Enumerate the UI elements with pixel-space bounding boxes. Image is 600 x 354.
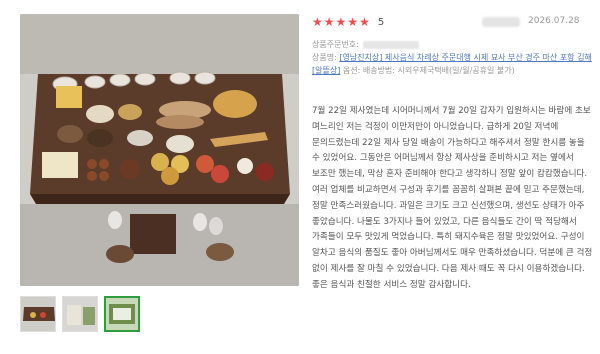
- order-meta: 상품주문번호: 상품명: [영남진치상] 제사음식 차례상 주문대행 시제 묘사…: [312, 38, 592, 77]
- thumbnail-3-image: [106, 298, 138, 330]
- review-header: ★ ★ ★ ★ ★ 5 2026.07.28 상품주문번호: 상품명: [영남진치상] …: [312, 14, 592, 77]
- order-number-row: 상품주문번호:: [312, 38, 592, 51]
- star-icon: ★: [335, 15, 347, 29]
- star-icon: ★: [359, 15, 370, 29]
- thumbnail-2-image: [63, 297, 97, 331]
- thumbnail-1-image: [21, 297, 55, 331]
- review-date: 2026.07.28: [528, 16, 580, 26]
- product-row: 상품명: [영남진치상] 제사음식 차례상 주문대행 시제 묘사 부산 경주 마…: [312, 51, 592, 77]
- thumbnail-1[interactable]: [20, 296, 56, 332]
- order-number-label: 상품주문번호:: [312, 40, 359, 49]
- review-photo[interactable]: [20, 14, 299, 286]
- review-card: ★ ★ ★ ★ ★ 5 2026.07.28 상품주문번호: 상품명: [영남진치상] …: [0, 0, 600, 354]
- thumbnail-2[interactable]: [62, 296, 98, 332]
- star-icon: ★: [312, 15, 323, 29]
- thumbnail-strip: [20, 296, 140, 332]
- author-name-redacted: [482, 17, 520, 27]
- ancestral-table-illustration: [20, 14, 299, 286]
- star-icon: ★: [323, 15, 335, 29]
- product-option: 옵션: 배송방법: 시외우제국택배(일/월/공휴일 불가): [342, 66, 515, 75]
- thumbnail-3[interactable]: [104, 296, 140, 332]
- rating-score: 5: [377, 16, 385, 28]
- star-rating: ★ ★ ★ ★ ★: [312, 15, 370, 29]
- review-body: 7월 22일 제사였는데 시어머니께서 7월 20일 갑자기 입원하시는 바람에…: [312, 106, 593, 290]
- star-icon: ★: [347, 15, 359, 29]
- order-number-redacted: [362, 40, 419, 49]
- product-label: 상품명:: [312, 53, 337, 62]
